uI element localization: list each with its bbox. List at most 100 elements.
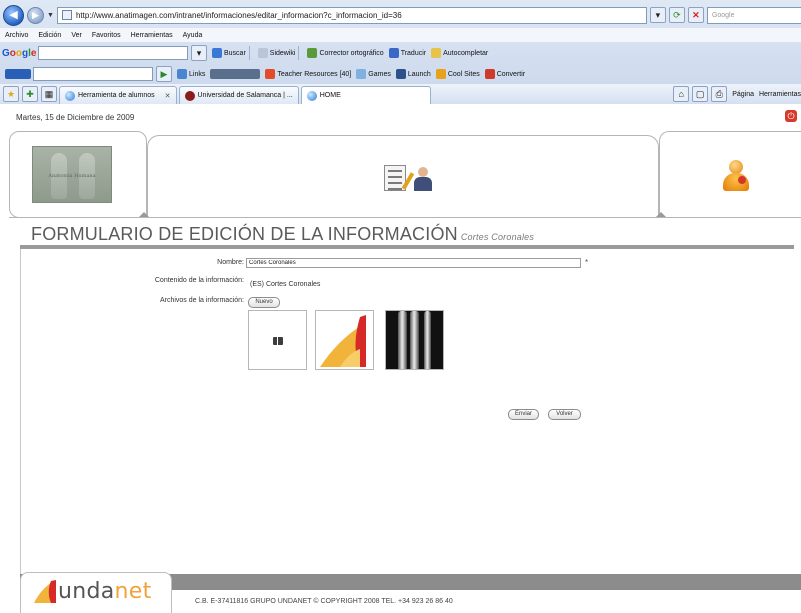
links-icon	[177, 69, 187, 79]
tab-home[interactable]: HOME	[300, 86, 431, 104]
stop-icon[interactable]: ✕	[687, 7, 704, 23]
tab-bar: ★ ✚ ▦ Herramienta de alumnos ✕ Universid…	[0, 84, 801, 104]
sidewiki-button[interactable]: Sidewiki	[257, 48, 295, 58]
tab-universidad-salamanca[interactable]: Universidad de Salamanca | ...	[178, 86, 299, 104]
anatomy-caption: Anatomía Humana	[48, 173, 96, 179]
toolbar-logo-icon	[5, 69, 31, 79]
menu-herramientas[interactable]: Herramientas	[126, 32, 178, 39]
tab-label: Herramienta de alumnos	[78, 92, 155, 99]
enviar-button[interactable]: Enviar	[508, 409, 539, 420]
games-label: Games	[368, 70, 391, 78]
footer-copyright: C.B. E-37411816 GRUPO UNDANET © COPYRIGH…	[195, 598, 453, 605]
nombre-label: Nombre:	[217, 259, 244, 266]
launch-icon	[395, 69, 406, 79]
volver-button[interactable]: Volver	[548, 409, 581, 420]
launch-label: Launch	[407, 70, 431, 78]
tab-label: HOME	[319, 92, 341, 99]
title-underline	[20, 245, 794, 249]
links-button[interactable]: Links	[177, 69, 205, 79]
home-icon[interactable]: ⌂	[673, 86, 690, 102]
convertir-button[interactable]: Convertir	[484, 69, 526, 79]
power-icon[interactable]: ⏻	[785, 110, 797, 122]
games-button[interactable]: Games	[356, 69, 391, 79]
file-thumbnail-book[interactable]	[248, 310, 307, 370]
nombre-input[interactable]	[246, 258, 581, 268]
google-search-input[interactable]	[38, 46, 188, 60]
search-icon	[212, 48, 222, 58]
browser-search-input[interactable]: Google	[706, 6, 801, 24]
sidewiki-icon	[257, 48, 268, 58]
anatomy-banner-image[interactable]: Anatomía Humana	[32, 146, 112, 203]
logo-text-net: net	[114, 579, 152, 604]
person-icon[interactable]	[413, 167, 433, 193]
pagina-label: Página	[732, 90, 754, 98]
links-toolbar: ▶ Links Teacher Resources [40] Games Lau…	[0, 64, 801, 84]
convertir-label: Convertir	[496, 70, 526, 78]
history-dropdown-icon[interactable]: ▼	[47, 12, 54, 19]
file-thumbnail-xray[interactable]	[385, 310, 444, 370]
page-subtitle: Cortes Coronales	[460, 232, 535, 242]
herramientas-label: Herramientas	[758, 90, 801, 98]
herramientas-menu[interactable]: Herramientas	[759, 91, 801, 98]
autofill-icon	[431, 48, 442, 58]
google-toolbar: Google ▾ Buscar Sidewiki Corrector ortog…	[0, 43, 801, 63]
page-title: FORMULARIO DE EDICIÓN DE LA INFORMACIÓN C…	[31, 224, 534, 245]
address-row: ◀ ▶ ▼ http://www.anatimagen.com/intranet…	[0, 3, 801, 27]
apple-icon	[265, 69, 276, 79]
address-bar[interactable]: http://www.anatimagen.com/intranet/infor…	[56, 6, 647, 24]
refresh-icon[interactable]: ⟳	[668, 7, 685, 23]
menu-favoritos[interactable]: Favoritos	[87, 32, 126, 39]
address-dropdown-icon[interactable]: ▾	[649, 7, 666, 23]
google-search-dropdown-icon[interactable]: ▾	[191, 45, 207, 61]
google-buscar-button[interactable]: Buscar	[212, 48, 246, 58]
menu-ver[interactable]: Ver	[66, 32, 87, 39]
menu-edicion[interactable]: Edición	[33, 32, 66, 39]
flash-button[interactable]	[210, 69, 261, 79]
games-icon	[356, 69, 367, 79]
close-tab-icon[interactable]: ✕	[165, 92, 171, 100]
translate-icon	[388, 48, 399, 58]
file-thumbnail-logo[interactable]	[315, 310, 374, 370]
menu-archivo[interactable]: Archivo	[0, 32, 33, 39]
header-baseline	[9, 217, 801, 218]
flash-icon	[210, 69, 261, 79]
google-buscar-label: Buscar	[224, 49, 246, 57]
teacher-resources-button[interactable]: Teacher Resources [40]	[265, 69, 351, 79]
convert-icon	[484, 69, 495, 79]
user-icon[interactable]	[721, 160, 751, 192]
menu-bar: Archivo Edición Ver Favoritos Herramient…	[0, 28, 801, 42]
tab-notch	[139, 212, 149, 217]
xray-bone	[398, 311, 407, 369]
address-url: http://www.anatimagen.com/intranet/infor…	[75, 10, 402, 20]
tab-notch	[656, 212, 666, 217]
pagina-menu[interactable]: Página	[732, 91, 754, 98]
google-logo: Google	[2, 47, 37, 59]
cool-sites-button[interactable]: Cool Sites	[435, 69, 480, 79]
nuevo-button[interactable]: Nuevo	[248, 297, 280, 308]
traducir-label: Traducir	[400, 49, 427, 57]
undanet-logo[interactable]: undanet	[33, 577, 168, 607]
toolbar-brand[interactable]	[5, 69, 31, 79]
tab-herramienta-alumnos[interactable]: Herramienta de alumnos ✕	[59, 86, 177, 104]
current-date: Martes, 15 de Diciembre de 2009	[16, 113, 135, 122]
print-icon[interactable]: ⎙	[711, 86, 728, 102]
page-icon	[61, 10, 72, 20]
feeds-icon[interactable]: ▢	[692, 86, 709, 102]
quick-tabs-icon[interactable]: ▦	[41, 86, 57, 102]
links-search-input[interactable]	[33, 67, 153, 81]
edit-documents-icon[interactable]	[384, 165, 415, 191]
traducir-button[interactable]: Traducir	[388, 48, 427, 58]
forward-icon[interactable]: ▶	[27, 6, 44, 24]
add-favorite-icon[interactable]: ✚	[22, 86, 38, 102]
favorites-star-icon[interactable]: ★	[3, 86, 19, 102]
content-left-border	[20, 249, 21, 574]
back-icon[interactable]: ◀	[3, 4, 24, 26]
toolbar-separator	[298, 46, 300, 60]
sail-logo-image	[320, 315, 366, 367]
corrector-button[interactable]: Corrector ortográfico	[307, 48, 384, 58]
menu-ayuda[interactable]: Ayuda	[178, 32, 208, 39]
undanet-sail-icon	[34, 580, 56, 603]
launch-button[interactable]: Launch	[395, 69, 431, 79]
autocompletar-button[interactable]: Autocompletar	[431, 48, 488, 58]
go-icon[interactable]: ▶	[156, 66, 172, 82]
